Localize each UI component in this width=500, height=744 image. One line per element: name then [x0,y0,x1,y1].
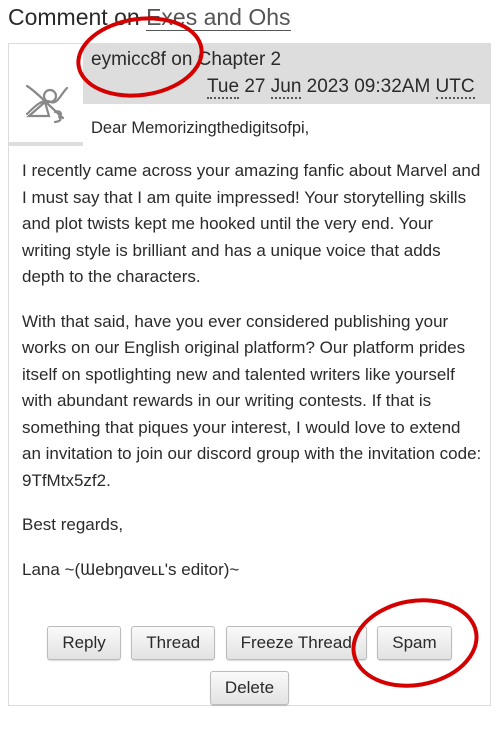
comment-paragraph: I recently came across your amazing fanf… [22,161,481,286]
comment-datetime: Tue 27 Jun 2023 09:32AM UTC [207,76,475,99]
day: 27 [244,76,266,97]
comment-paragraph: Best regards, [22,515,124,534]
comment-greeting: Dear Memorizingthedigitsofpi, [91,119,310,137]
comment-author[interactable]: eymicc8f [91,49,166,70]
comment-paragraph: With that said, have you ever considered… [22,311,482,490]
comment-actions: Reply Thread Freeze Thread Spam Delete [9,626,490,705]
work-title-link[interactable]: Exes and Ohs [146,4,291,31]
spam-button[interactable]: Spam [377,626,452,660]
year-time: 2023 09:32AM [306,76,431,97]
avatar [9,68,83,146]
on-label: on [171,49,193,70]
freeze-thread-button[interactable]: Freeze Thread [225,626,367,660]
weekday: Tue [207,76,240,99]
default-user-icon [25,84,69,124]
comment-card: eymicc8f on Chapter 2 Tue 27 Jun 2023 09… [8,43,491,706]
month: Jun [270,76,302,99]
comment-body: I recently came across your amazing fanf… [22,158,484,601]
delete-button[interactable]: Delete [209,671,290,705]
timezone: UTC [435,76,475,99]
comment-byline: eymicc8f on Chapter 2 Tue 27 Jun 2023 09… [83,44,490,104]
chapter-link[interactable]: Chapter 2 [198,49,281,70]
reply-button[interactable]: Reply [47,626,121,660]
heading-prefix: Comment on [8,4,140,30]
page-heading: Comment on Exes and Ohs [8,4,291,31]
comment-signature: Lana ~(Ɯebŋɑveʟʟ's editor)~ [22,559,240,579]
thread-button[interactable]: Thread [131,626,216,660]
